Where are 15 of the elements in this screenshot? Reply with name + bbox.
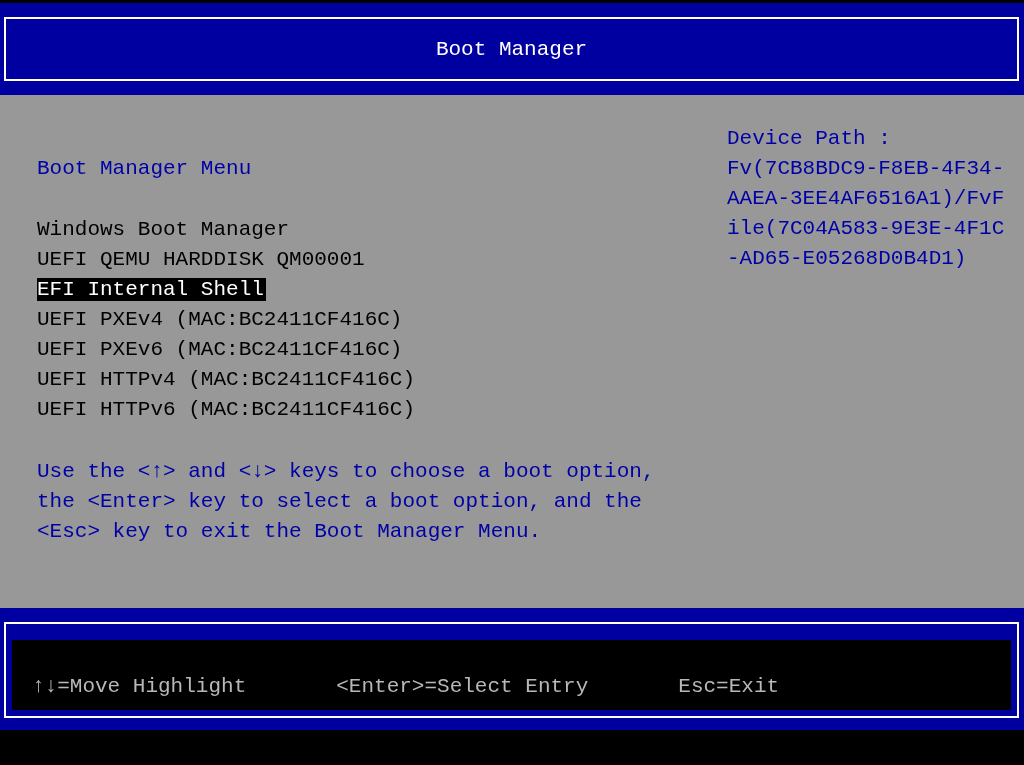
help-text: Use the <↑> and <↓> keys to choose a boot option, the <Enter> key to select a boot option, and the <Esc> key to exit the Boot Manager Menu.: [37, 459, 656, 545]
boot-entry[interactable]: UEFI HTTPv4 (MAC:BC2411CF416C): [37, 368, 418, 391]
device-path-label: Device Path :: [727, 126, 892, 152]
boot-entry[interactable]: EFI Internal Shell: [37, 278, 266, 301]
key-hint: <Enter>=Select Entry: [336, 674, 589, 700]
key-hint: Esc=Exit: [678, 674, 780, 700]
boot-entry[interactable]: UEFI HTTPv6 (MAC:BC2411CF416C): [37, 398, 418, 421]
boot-entry[interactable]: UEFI PXEv4 (MAC:BC2411CF416C): [37, 308, 405, 331]
menu-title: Boot Manager Menu: [37, 156, 253, 182]
boot-entry[interactable]: UEFI PXEv6 (MAC:BC2411CF416C): [37, 338, 405, 361]
boot-entry[interactable]: UEFI QEMU HARDDISK QM00001: [37, 248, 367, 271]
boot-entry[interactable]: Windows Boot Manager: [37, 218, 292, 241]
window-title: Boot Manager: [435, 37, 588, 61]
device-path-value: Fv(7CB8BDC9-F8EB-4F34-AAEA-3EE4AF6516A1)/FvFile(7C04A583-9E3E-4F1C-AD65-E05268D0B4D1): [727, 156, 1005, 272]
key-hint: ↑↓=Move Highlight: [32, 674, 247, 700]
